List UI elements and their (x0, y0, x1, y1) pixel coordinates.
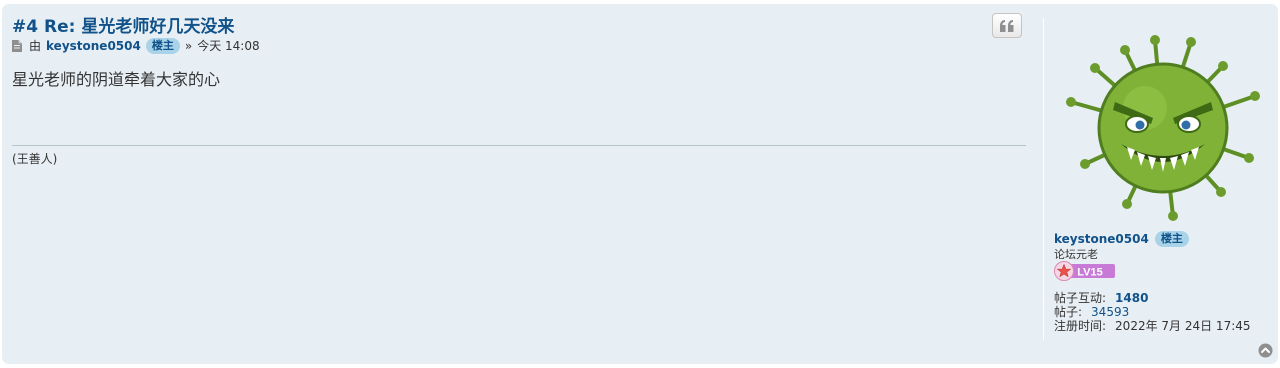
back-to-top-icon[interactable] (1258, 343, 1273, 358)
post-author-link[interactable]: keystone0504 (46, 39, 141, 53)
level-text: LV15 (1077, 267, 1102, 279)
stat-joined-label: 注册时间: (1054, 319, 1107, 333)
post-content: 星光老师的阴道牵着大家的心 (12, 70, 221, 89)
stat-joined: 注册时间: 2022年 7月 24日 17:45 (1054, 319, 1251, 333)
post-meta: 由 keystone0504 楼主 » 今天 14:08 (12, 37, 260, 54)
stat-joined-value: 2022年 7月 24日 17:45 (1115, 319, 1251, 333)
profile-name: keystone0504 楼主 (1054, 231, 1189, 247)
avatar[interactable] (1065, 32, 1261, 224)
profile-divider (1043, 18, 1044, 340)
post-title[interactable]: #4 Re: 星光老师好几天没来 (12, 12, 234, 37)
file-icon (12, 39, 22, 52)
quote-button[interactable] (992, 13, 1022, 38)
profile-username[interactable]: keystone0504 (1054, 232, 1149, 246)
signature-divider (12, 145, 1026, 146)
profile-badge: 楼主 (1154, 231, 1189, 247)
stat-posts-label: 帖子: (1054, 305, 1083, 319)
profile-stats: 帖子互动: 1480 帖子: 34593 注册时间: 2022年 7月 24日 … (1054, 291, 1251, 333)
stat-posts: 帖子: 34593 (1054, 305, 1251, 319)
rank-title: 论坛元老 (1054, 248, 1098, 261)
stat-interaction: 帖子互动: 1480 (1054, 291, 1251, 305)
post-signature: (王善人) (12, 152, 58, 166)
stat-interaction-label: 帖子互动: (1054, 291, 1107, 305)
level-badge: LV15 (1054, 261, 1115, 281)
post-time: 今天 14:08 (197, 39, 260, 53)
meta-separator: » (184, 38, 193, 53)
author-badge: 楼主 (145, 37, 180, 54)
post-panel: #4 Re: 星光老师好几天没来 由 keystone0504 楼主 » 今天 … (2, 4, 1278, 364)
quote-icon (1000, 19, 1014, 32)
stat-posts-value[interactable]: 34593 (1091, 305, 1129, 319)
stat-interaction-value: 1480 (1115, 291, 1149, 305)
post-meta-by: 由 (29, 39, 42, 53)
